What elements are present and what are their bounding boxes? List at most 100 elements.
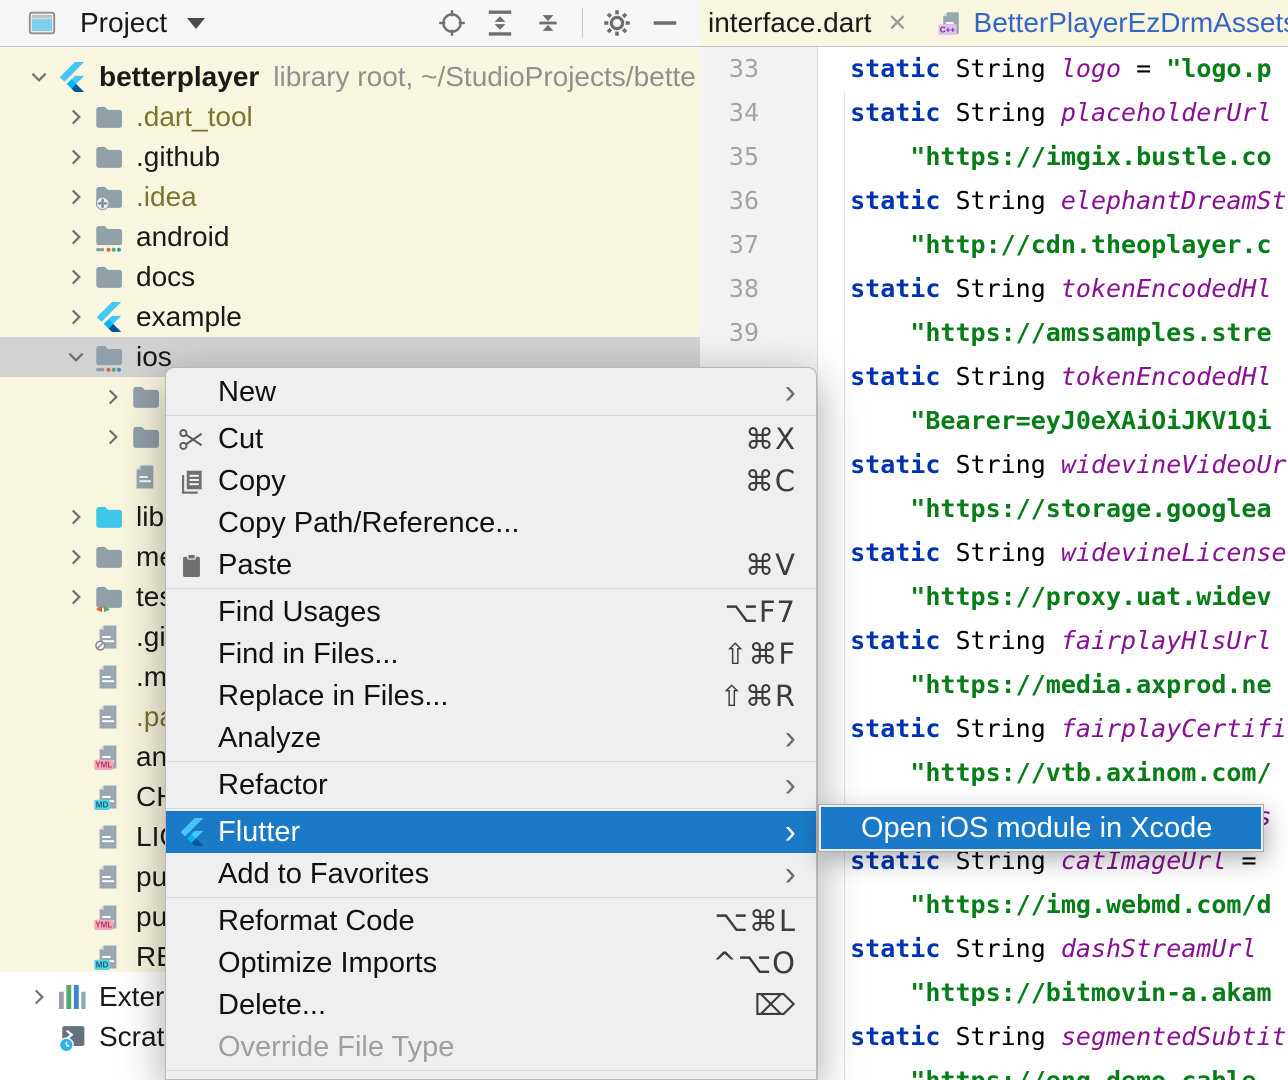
code-line: 35 "https://imgix.bustle.co (700, 135, 1288, 179)
scissors-icon (178, 426, 218, 453)
folder-icon (94, 542, 132, 572)
tree-item-label: example (136, 301, 242, 333)
menu-item-shortcut: ⌘X (745, 422, 796, 456)
chevron-right-icon[interactable] (57, 106, 94, 128)
menu-item-copy-path-reference[interactable]: Copy Path/Reference... (166, 502, 816, 544)
menu-item-replace-in-files[interactable]: Replace in Files...⇧⌘R (166, 675, 816, 717)
hide-panel-icon[interactable] (650, 8, 680, 38)
menu-item-add-to-favorites[interactable]: Add to Favorites› (166, 853, 816, 895)
collapse-all-icon[interactable] (533, 8, 563, 38)
chevron-down-icon[interactable] (57, 346, 94, 368)
editor-tab-bar: interface.dart ✕ C++ BetterPlayerEzDrmAs… (700, 0, 1288, 47)
chevron-right-icon[interactable] (57, 186, 94, 208)
menu-divider (166, 415, 816, 416)
line-number: 37 (700, 223, 818, 267)
chevron-right-icon[interactable] (57, 226, 94, 248)
test-folder-icon (94, 582, 132, 612)
project-view-selector[interactable]: Project (18, 7, 205, 39)
menu-item-label: New (218, 376, 276, 409)
chevron-right-icon[interactable] (57, 586, 94, 608)
line-number: 38 (700, 267, 818, 311)
menu-item-label: Paste (218, 549, 292, 582)
menu-item-label: Reformat Code (218, 905, 415, 938)
tree-item--idea[interactable]: .idea (0, 177, 700, 217)
menu-item-refactor[interactable]: Refactor › (166, 764, 816, 806)
menu-item-delete[interactable]: Delete...⌦ (166, 984, 816, 1026)
svg-text:MD: MD (96, 961, 109, 970)
tree-item-docs[interactable]: docs (0, 257, 700, 297)
flutter-icon (178, 818, 218, 846)
menu-item-find-usages[interactable]: Find Usages⌥F7 (166, 591, 816, 633)
yml-file-icon: YML (94, 743, 132, 771)
code-text: static String elephantDreamSt (818, 179, 1287, 223)
code-line: 37 "http://cdn.theoplayer.c (700, 223, 1288, 267)
chevron-right-icon[interactable] (57, 506, 94, 528)
menu-item-paste[interactable]: Paste⌘V (166, 544, 816, 586)
chevron-right-icon[interactable] (57, 146, 94, 168)
tree-item-label: ios (136, 341, 172, 373)
chevron-right-icon[interactable] (20, 986, 57, 1008)
menu-item-new[interactable]: New› (166, 371, 816, 413)
menu-item-optimize-imports[interactable]: Optimize Imports^⌥O (166, 942, 816, 984)
chevron-down-icon[interactable] (20, 66, 57, 88)
module-folder-icon (94, 222, 132, 252)
menu-item-shortcut: ⌘C (745, 464, 796, 498)
tab-label: BetterPlayerEzDrmAssetsLoaderD (974, 7, 1288, 39)
tree-item-label: .idea (136, 181, 197, 213)
menu-item-copy[interactable]: Copy ⌘C (166, 460, 816, 502)
chevron-right-icon[interactable] (57, 306, 94, 328)
code-line: 33 static String logo = "logo.p (700, 47, 1288, 91)
code-text: "http://cdn.theoplayer.c (818, 223, 1272, 267)
code-text: static String placeholderUrl (818, 91, 1272, 135)
indent-guide (844, 93, 845, 1080)
menu-item-find-in-files[interactable]: Find in Files...⇧⌘F (166, 633, 816, 675)
menu-item-analyze[interactable]: Analyze› (166, 717, 816, 759)
menu-item-label: Refactor (218, 769, 328, 802)
expand-all-icon[interactable] (485, 8, 515, 38)
menu-item-cut[interactable]: Cut⌘X (166, 418, 816, 460)
project-toolbar: Project (0, 0, 700, 47)
chevron-right-icon[interactable] (94, 426, 131, 448)
menu-item-open-ios-module-in-xcode[interactable]: Open iOS module in Xcode (821, 807, 1261, 849)
menu-item-label: Copy Path/Reference... (218, 507, 519, 540)
menu-item-reformat-code[interactable]: Reformat Code⌥⌘L (166, 900, 816, 942)
chevron-right-icon[interactable] (94, 386, 131, 408)
tree-item-label: docs (136, 261, 195, 293)
line-number: 35 (700, 135, 818, 179)
tree-item-android[interactable]: android (0, 217, 700, 257)
settings-gear-icon[interactable] (602, 8, 632, 38)
code-text: "https://imgix.bustle.co (818, 135, 1272, 179)
md-file-icon: MD (94, 783, 132, 811)
menu-item-label: Find Usages (218, 596, 381, 629)
menu-item-label: Copy (218, 465, 286, 498)
menu-item-flutter[interactable]: Flutter› (166, 811, 816, 853)
code-text: static String widevineLicense (818, 531, 1287, 575)
idea-folder-icon (94, 182, 132, 212)
menu-divider (166, 897, 816, 898)
tree-item--dart-tool[interactable]: .dart_tool (0, 97, 700, 137)
folder-icon (94, 262, 132, 292)
folder-icon (131, 382, 169, 412)
submenu-arrow-icon: › (785, 764, 796, 806)
tree-item-betterplayer[interactable]: betterplayerlibrary root, ~/StudioProjec… (0, 57, 700, 97)
line-number: 36 (700, 179, 818, 223)
md-file-icon: MD (94, 943, 132, 971)
tab-betterplayer-ezdrm[interactable]: C++ BetterPlayerEzDrmAssetsLoaderD (930, 0, 1288, 46)
tree-item-label: .github (136, 141, 220, 173)
ignored-file-icon (94, 623, 132, 651)
submenu-arrow-icon: › (785, 853, 796, 895)
tree-item--github[interactable]: .github (0, 137, 700, 177)
locate-target-icon[interactable] (437, 8, 467, 38)
close-icon[interactable]: ✕ (887, 9, 907, 37)
code-line: 34 static String placeholderUrl (700, 91, 1288, 135)
tab-interface-dart[interactable]: interface.dart ✕ (700, 0, 916, 46)
flutter-icon (94, 302, 132, 332)
tree-item-example[interactable]: example (0, 297, 700, 337)
code-text: "https://eng-demo.cable (818, 1059, 1257, 1080)
menu-item-override-file-type: Override File Type (166, 1026, 816, 1068)
menu-item-label: Replace in Files... (218, 680, 449, 713)
folder-icon (94, 142, 132, 172)
chevron-right-icon[interactable] (57, 266, 94, 288)
code-text: "https://amssamples.stre (818, 311, 1272, 355)
chevron-right-icon[interactable] (57, 546, 94, 568)
